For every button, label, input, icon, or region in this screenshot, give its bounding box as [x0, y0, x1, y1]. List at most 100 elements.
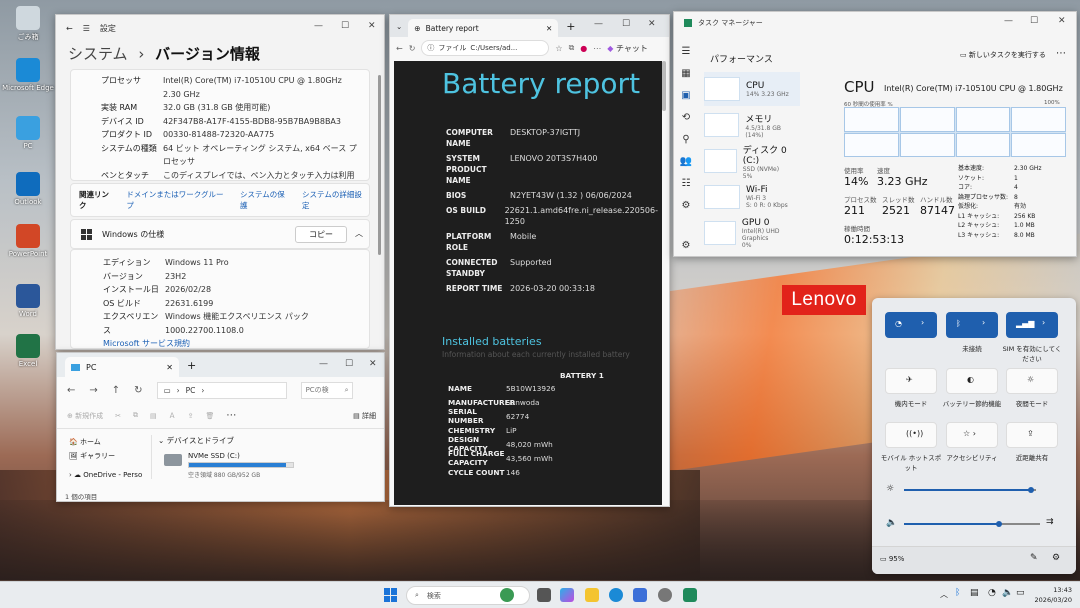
edit-icon[interactable]: ✎ — [1030, 553, 1038, 563]
battery-tray-icon[interactable]: ▭ — [1016, 588, 1025, 598]
breadcrumb-root[interactable]: システム — [68, 45, 128, 63]
link-system-protection[interactable]: システムの保護 — [240, 189, 292, 211]
users-icon[interactable]: 👥 — [674, 156, 698, 178]
tab-close-icon[interactable]: ✕ — [166, 363, 173, 372]
nav-item-onedrive[interactable]: › ☁ OneDrive - Perso — [69, 471, 149, 485]
airplane-toggle[interactable]: ✈ — [885, 368, 937, 394]
wifi-tray-icon[interactable]: ◔ — [988, 588, 996, 598]
perf-item[interactable]: メモリ 4.5/31.8 GB (14%) — [704, 108, 800, 142]
settings-icon[interactable]: ⚙ — [674, 240, 698, 256]
favorite-icon[interactable]: ☆ — [555, 44, 562, 53]
settings-icon[interactable]: ⚙ — [1052, 553, 1060, 563]
desktop-icon[interactable]: Microsoft Edge — [2, 58, 54, 92]
up-arrow-icon[interactable]: ↑ — [112, 385, 120, 396]
brightness-knob[interactable] — [1027, 487, 1034, 493]
minimize-icon[interactable]: — — [594, 19, 603, 29]
address-bar[interactable]: ⓘ ファイル C:/Users/ad... — [421, 40, 550, 56]
volume-slider[interactable] — [904, 521, 1040, 527]
minimize-icon[interactable]: — — [319, 359, 328, 369]
bluetooth-tray-icon[interactable]: ᛒ — [955, 588, 960, 598]
paste-icon[interactable]: ▤ — [150, 412, 157, 420]
copy-icon[interactable]: ⧉ — [133, 411, 138, 420]
run-task-button[interactable]: ▭ 新しいタスクを実行する — [960, 50, 1046, 60]
start-icon[interactable] — [384, 588, 398, 602]
clock[interactable]: 13:43 2026/03/20 — [1030, 585, 1072, 605]
new-tab-button[interactable]: + — [187, 359, 196, 372]
forward-arrow-icon[interactable]: → — [89, 385, 97, 396]
rename-icon[interactable]: Ａ — [169, 411, 176, 421]
chevron-right-icon[interactable]: › — [982, 318, 985, 327]
minimize-icon[interactable]: — — [1004, 16, 1013, 26]
chevron-up-icon[interactable]: ︿ — [940, 589, 948, 600]
bluetooth-toggle[interactable]: ᛒ › — [946, 312, 998, 338]
menu-icon[interactable]: ☰ — [83, 24, 90, 33]
chevron-right-icon[interactable]: › — [1042, 318, 1045, 327]
cut-icon[interactable]: ✂ — [115, 412, 121, 420]
more-icon[interactable]: ⋯ — [593, 44, 601, 53]
tab-actions-icon[interactable]: ⌄ — [396, 22, 402, 31]
scrollbar[interactable] — [662, 61, 666, 111]
battery-icon[interactable]: ▭ 95% — [880, 555, 904, 563]
file-explorer-icon[interactable] — [585, 588, 599, 602]
desktop-icon[interactable]: Word — [2, 284, 54, 318]
performance-icon[interactable]: ▣ — [674, 90, 698, 112]
minimize-icon[interactable]: — — [314, 21, 323, 31]
maximize-icon[interactable]: ☐ — [345, 359, 353, 369]
new-tab-button[interactable]: + — [566, 20, 575, 33]
license-link[interactable]: Microsoft サービス規約 — [103, 337, 361, 349]
search-input[interactable]: PCの検 ⌕ — [300, 381, 353, 399]
scrollbar[interactable] — [378, 75, 381, 255]
link-advanced-settings[interactable]: システムの詳細設定 — [302, 189, 369, 211]
startup-icon[interactable]: ⚲ — [674, 134, 698, 156]
link-domain[interactable]: ドメインまたはワークグループ — [126, 189, 230, 211]
new-button[interactable]: ⊕ 新規作成 — [67, 411, 103, 421]
perf-item[interactable]: CPU 14% 3.23 GHz — [704, 72, 800, 106]
refresh-icon[interactable]: ↻ — [134, 385, 142, 396]
close-icon[interactable]: ✕ — [369, 359, 377, 369]
back-arrow-icon[interactable]: ← — [67, 385, 75, 396]
night-light-toggle[interactable]: ☼ — [1006, 368, 1058, 394]
settings-app-icon[interactable] — [658, 588, 672, 602]
more-icon[interactable]: ⋯ — [1056, 48, 1066, 59]
close-icon[interactable]: ✕ — [648, 19, 656, 29]
edge-icon[interactable] — [609, 588, 623, 602]
collections-icon[interactable]: ⧉ — [569, 43, 575, 53]
chevron-right-icon[interactable]: › — [921, 318, 924, 327]
desktop-icon[interactable]: PC — [2, 116, 54, 150]
chevron-up-icon[interactable]: ︿ — [355, 228, 363, 239]
processes-icon[interactable]: ▦ — [674, 68, 698, 90]
details-button[interactable]: ▤ 詳細 — [353, 411, 376, 421]
volume-icon[interactable]: 🔈 — [886, 518, 897, 528]
tab-pc[interactable]: PC ✕ — [65, 357, 179, 377]
task-manager-icon[interactable] — [683, 588, 697, 602]
store-icon[interactable] — [633, 588, 647, 602]
back-arrow-icon[interactable]: ← — [396, 44, 403, 53]
copy-button[interactable]: コピー — [295, 226, 347, 243]
details-icon[interactable]: ☷ — [674, 178, 698, 200]
task-view-icon[interactable] — [537, 588, 551, 602]
perf-item[interactable]: ディスク 0 (C:) SSD (NVMe) 5% — [704, 144, 800, 180]
copilot-button[interactable]: ◆ チャット — [607, 43, 648, 54]
more-icon[interactable]: ⋯ — [226, 410, 236, 421]
close-icon[interactable]: ✕ — [368, 21, 376, 31]
tray-icon[interactable]: ▤ — [970, 588, 979, 598]
tab-battery-report[interactable]: ⊕ Battery report ✕ — [408, 19, 559, 37]
perf-item[interactable]: GPU 0 Intel(R) UHD Graphics 0% — [704, 216, 800, 250]
close-icon[interactable]: ✕ — [1058, 16, 1066, 26]
widgets-icon[interactable] — [500, 588, 514, 602]
desktop-icon[interactable]: ごみ箱 — [2, 6, 54, 42]
volume-tray-icon[interactable]: 🔈 — [1002, 588, 1013, 598]
drive-item[interactable]: NVMe SSD (C:) 空き領域 880 GB/952 GB — [164, 452, 379, 479]
battery-saver-toggle[interactable]: ◐ — [946, 368, 998, 394]
cellular-toggle[interactable]: ▂▄▆ › — [1006, 312, 1058, 338]
brightness-slider[interactable] — [904, 487, 1036, 493]
nav-item-home[interactable]: 🏠 ホーム — [69, 437, 149, 451]
accessibility-toggle[interactable]: ☆ › — [946, 422, 998, 448]
services-icon[interactable]: ⚙ — [674, 200, 698, 222]
volume-knob[interactable] — [996, 521, 1003, 527]
tab-close-icon[interactable]: ✕ — [546, 24, 552, 33]
audio-output-icon[interactable]: ⇉ — [1046, 517, 1054, 527]
back-arrow-icon[interactable]: ← — [66, 24, 73, 33]
hamburger-icon[interactable]: ☰ — [674, 46, 698, 68]
section-header[interactable]: ⌄ デバイスとドライブ — [158, 435, 379, 446]
